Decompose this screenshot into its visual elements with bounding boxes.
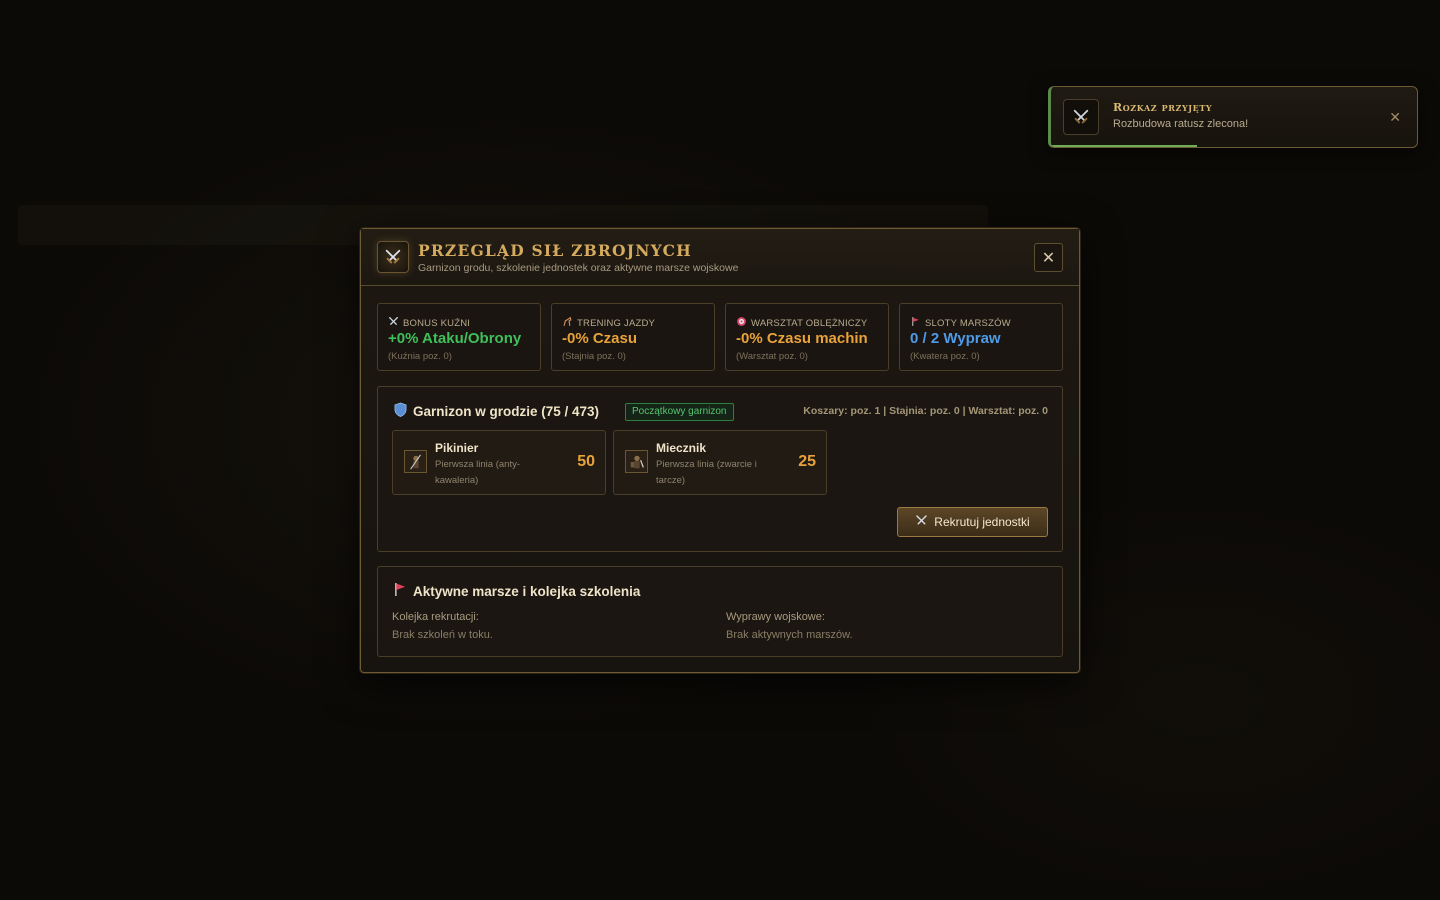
unit-count: 50 [577, 453, 595, 470]
stat-label: Trening jazdy [577, 317, 656, 329]
crossed-swords-icon [1063, 99, 1099, 135]
stat-value: 0 / 2 Wypraw [910, 330, 1001, 347]
toast-message: Rozbudowa ratusz zlecona! [1113, 118, 1249, 130]
recruit-units-button[interactable]: Rekrutuj jednostki [897, 507, 1048, 537]
stat-value: +0% Ataku/Obrony [388, 330, 522, 347]
swordsman-portrait-icon [625, 450, 648, 473]
horse-icon [562, 316, 573, 330]
stat-sub: (Warsztat poz. 0) [736, 351, 808, 362]
unit-card-pikinier[interactable]: Pikinier Pierwsza linia (anty-kawaleria)… [392, 430, 606, 495]
toast-progress-bar [1051, 145, 1198, 147]
stat-value: -0% Czasu [562, 330, 638, 347]
recruit-label: Rekrutuj jednostki [934, 515, 1030, 529]
flag-icon [394, 582, 407, 600]
stat-label: Bonus kuźni [403, 317, 471, 329]
unit-count: 25 [798, 453, 816, 470]
stat-sub: (Kwatera poz. 0) [910, 351, 980, 362]
stat-label: Sloty marszów [925, 317, 1011, 329]
status-badge: Początkowy garnizon [625, 403, 734, 421]
crossed-swords-icon [915, 514, 928, 530]
modal-close-button[interactable]: ✕ [1034, 243, 1063, 272]
unit-name: Pikinier [435, 441, 479, 455]
toast-title: Rozkaz przyjęty [1113, 101, 1213, 114]
marches-title: Aktywne marsze i kolejka szkolenia [413, 583, 641, 599]
shield-icon [394, 402, 407, 420]
modal-subtitle: Garnizon grodu, szkolenie jednostek oraz… [418, 262, 739, 274]
modal-header: PRZEGLĄD SIŁ ZBROJNYCH Garnizon grodu, s… [361, 229, 1079, 286]
recruit-queue-status: Brak szkoleń w toku. [392, 629, 493, 641]
target-icon [736, 316, 747, 330]
expeditions-label: Wyprawy wojskowe: [726, 611, 825, 623]
stat-sub: (Stajnia poz. 0) [562, 351, 626, 362]
stat-value: -0% Czasu machin [736, 330, 868, 347]
army-overview-modal: PRZEGLĄD SIŁ ZBROJNYCH Garnizon grodu, s… [360, 228, 1080, 673]
marches-panel: Aktywne marsze i kolejka szkolenia Kolej… [377, 566, 1063, 657]
garrison-panel: Garnizon w grodzie (75 / 473) Początkowy… [377, 386, 1063, 552]
spearman-portrait-icon [404, 450, 427, 473]
stat-card-cavalry: Trening jazdy -0% Czasu (Stajnia poz. 0) [551, 303, 715, 371]
unit-name: Miecznik [656, 441, 707, 455]
crossed-swords-icon [377, 241, 409, 273]
stat-card-forge: Bonus kuźni +0% Ataku/Obrony (Kuźnia poz… [377, 303, 541, 371]
stat-card-siege: Warsztat oblężniczy -0% Czasu machin (Wa… [725, 303, 889, 371]
flag-icon [910, 316, 921, 330]
building-levels: Koszary: poz. 1 | Stajnia: poz. 0 | Wars… [803, 405, 1048, 417]
recruit-queue-label: Kolejka rekrutacji: [392, 611, 479, 623]
toast-notification: Rozkaz przyjęty Rozbudowa ratusz zlecona… [1048, 86, 1418, 148]
stat-card-march-slots: Sloty marszów 0 / 2 Wypraw (Kwatera poz.… [899, 303, 1063, 371]
garrison-title: Garnizon w grodzie (75 / 473) [413, 403, 600, 419]
crossed-swords-icon [388, 316, 399, 330]
expeditions-status: Brak aktywnych marszów. [726, 629, 853, 641]
stat-label: Warsztat oblężniczy [751, 317, 868, 329]
unit-description: Pierwsza linia (anty-kawaleria) [435, 459, 520, 486]
unit-card-miecznik[interactable]: Miecznik Pierwsza linia (zwarcie i tarcz… [613, 430, 827, 495]
modal-title: PRZEGLĄD SIŁ ZBROJNYCH [418, 241, 692, 260]
unit-description: Pierwsza linia (zwarcie i tarcze) [656, 459, 757, 486]
stat-sub: (Kuźnia poz. 0) [388, 351, 452, 362]
toast-close-button[interactable]: ✕ [1389, 109, 1401, 126]
